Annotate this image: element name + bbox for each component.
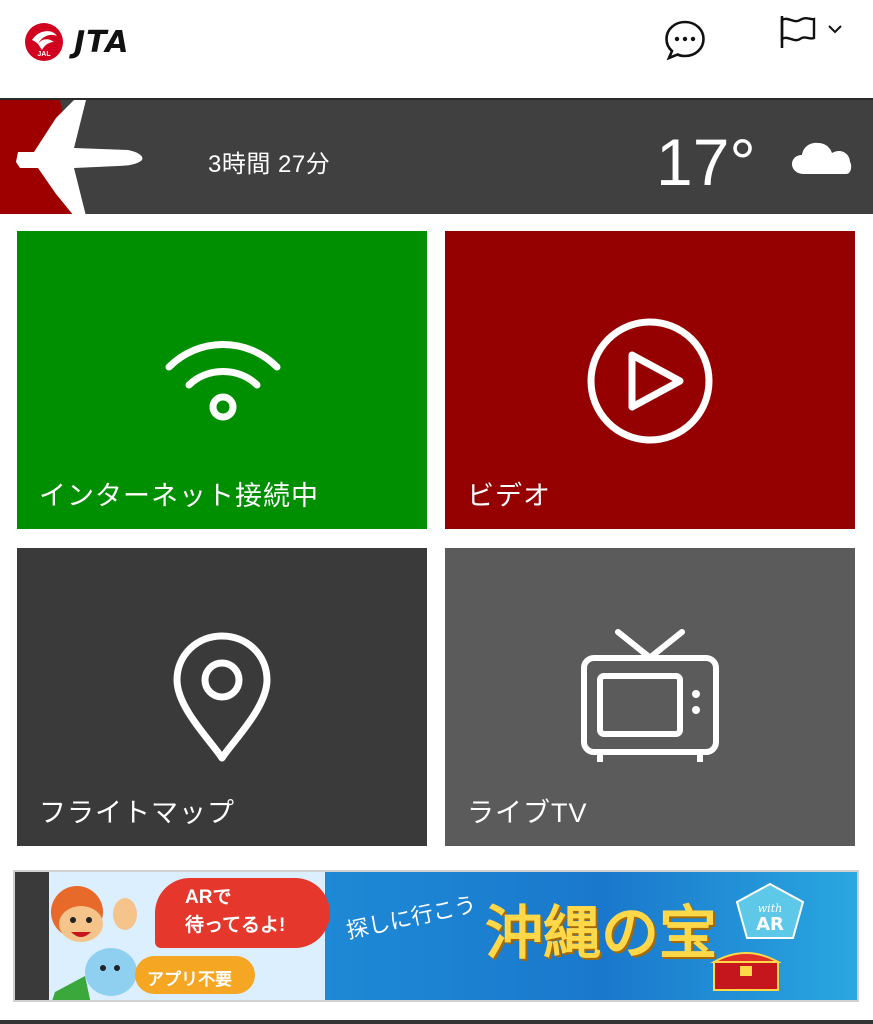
chat-bubble-icon xyxy=(665,20,705,61)
map-pin-icon xyxy=(173,632,271,762)
tile-live-tv[interactable]: ライブTV xyxy=(445,548,855,846)
flight-status-bar[interactable]: 3時間 27分 17° xyxy=(0,98,873,214)
airplane-icon xyxy=(0,100,143,214)
chevron-down-icon xyxy=(828,25,842,34)
banner-title: 沖縄の宝 xyxy=(485,899,718,967)
tile-label-internet: インターネット接続中 xyxy=(39,481,319,511)
banner-subtitle: 探しに行こう xyxy=(344,892,479,945)
ar-bubble-text: ARで 待ってるよ! xyxy=(185,887,286,936)
svg-text:AR: AR xyxy=(756,914,784,935)
jal-mark-text: JAL xyxy=(37,51,51,58)
cloud-icon xyxy=(792,142,852,174)
tile-label-live-tv: ライブTV xyxy=(467,798,588,828)
tile-label-video: ビデオ xyxy=(467,481,551,511)
tile-label-flight-map: フライトマップ xyxy=(39,798,235,828)
chat-button[interactable] xyxy=(663,18,707,62)
language-selector[interactable] xyxy=(778,14,854,54)
jta-logo[interactable]: JAL JTA xyxy=(24,22,130,62)
tile-internet[interactable]: インターネット接続中 xyxy=(17,231,427,529)
jal-crane-icon: JAL xyxy=(25,23,63,61)
tile-flight-map[interactable]: フライトマップ xyxy=(17,548,427,846)
tv-icon xyxy=(581,629,719,762)
play-icon xyxy=(587,318,713,444)
app-free-text: アプリ不要 xyxy=(147,970,232,989)
flag-icon xyxy=(780,16,816,48)
brand-name: JTA xyxy=(74,24,130,60)
with-ar-badge-icon: with AR xyxy=(735,882,805,939)
treasure-chest-icon xyxy=(710,952,782,991)
temperature: 17° xyxy=(656,125,756,199)
app-header: JAL JTA xyxy=(0,0,873,98)
promo-banner[interactable]: ARで 待ってるよ! アプリ不要 探しに行こう 沖縄の宝 with AR xyxy=(13,870,859,1002)
wifi-icon xyxy=(165,341,281,421)
bottom-divider xyxy=(0,1020,873,1024)
time-remaining: 3時間 27分 xyxy=(208,151,331,178)
tile-video[interactable]: ビデオ xyxy=(445,231,855,529)
